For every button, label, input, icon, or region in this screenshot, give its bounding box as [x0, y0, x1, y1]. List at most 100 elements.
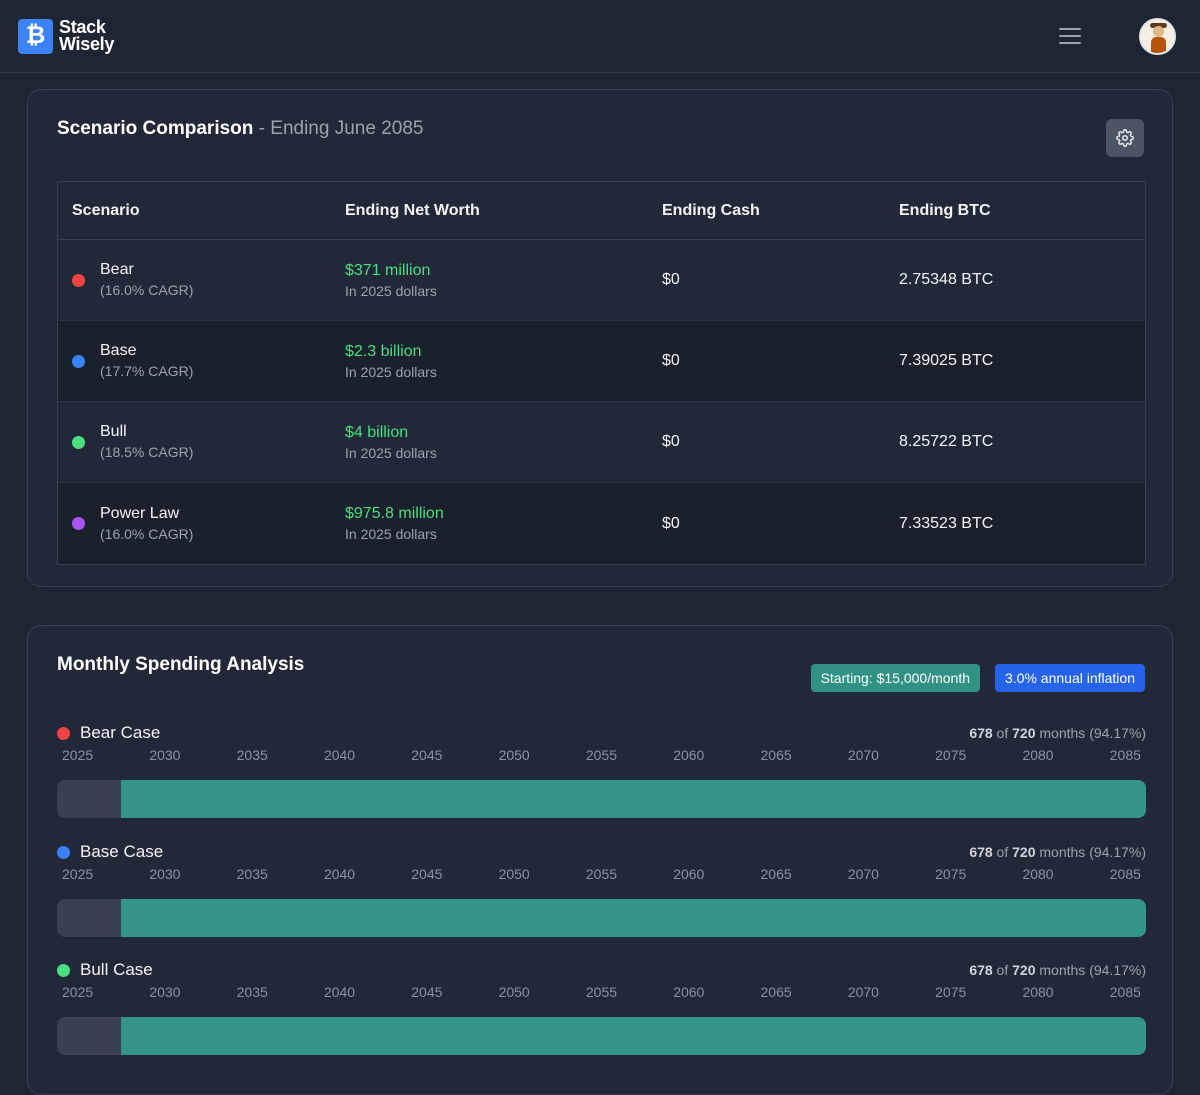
- year-tick-label: 2030: [149, 747, 181, 763]
- column-header-cash[interactable]: Ending Cash: [662, 202, 899, 220]
- bull-color-dot: [72, 435, 85, 449]
- spending-bar[interactable]: [57, 1017, 1146, 1055]
- table-header-row: Scenario Ending Net Worth Ending Cash En…: [58, 182, 1145, 240]
- year-tick-label: 2080: [1022, 866, 1054, 882]
- ending-net-worth: $4 billion: [345, 423, 409, 441]
- year-tick-label: 2055: [585, 866, 618, 882]
- funded-fill: [120, 1017, 1146, 1055]
- year-tick-label: 2035: [236, 984, 268, 1000]
- net-worth-note: In 2025 dollars: [345, 282, 437, 299]
- year-tick-label: 2075: [935, 747, 967, 763]
- year-tick-label: 2040: [323, 984, 356, 1000]
- funded-count: 678: [969, 962, 993, 978]
- ending-cash: $0: [662, 271, 680, 288]
- top-navigation-bar: ₿ Stack Wisely: [0, 0, 1200, 73]
- year-tick-label: 2025: [62, 747, 94, 763]
- of-text: of: [992, 962, 1013, 978]
- ending-cash: $0: [662, 433, 680, 450]
- bitcoin-logo-icon: ₿: [18, 18, 53, 54]
- year-tick-label: 2035: [236, 866, 268, 882]
- of-text: of: [992, 844, 1013, 860]
- year-tick-label: 2075: [935, 984, 967, 1000]
- scenario-table: Scenario Ending Net Worth Ending Cash En…: [57, 181, 1146, 565]
- gear-icon: [1116, 129, 1134, 147]
- starting-spend-badge: Starting: $15,000/month: [810, 664, 980, 692]
- year-tick-label: 2030: [149, 984, 181, 1000]
- brand-name: Stack Wisely: [59, 18, 115, 54]
- funded-fill: [120, 780, 1146, 818]
- total-months: 720: [1012, 844, 1036, 860]
- year-tick-label: 2085: [1109, 866, 1141, 882]
- table-row: Power Law (16.0% CAGR) $975.8 million In…: [58, 483, 1145, 564]
- year-tick-label: 2025: [62, 984, 94, 1000]
- year-tick-label: 2040: [323, 747, 356, 763]
- months-percent: months (94.17%): [1035, 844, 1146, 860]
- scenario-comparison-title: Scenario Comparison - Ending June 2085: [57, 118, 423, 140]
- year-tick-label: 2080: [1022, 984, 1054, 1000]
- year-tick-label: 2070: [847, 984, 879, 1000]
- table-row: Base (17.7% CAGR) $2.3 billion In 2025 d…: [58, 321, 1145, 402]
- ending-btc: 7.39025 BTC: [899, 352, 994, 369]
- monthly-spending-title: Monthly Spending Analysis: [57, 654, 305, 675]
- year-tick-label: 2045: [411, 866, 443, 882]
- year-tick-label: 2070: [847, 747, 879, 763]
- total-months: 720: [1012, 962, 1036, 978]
- net-worth-note: In 2025 dollars: [345, 444, 437, 461]
- case-label: Bull Case: [80, 960, 153, 979]
- bull-case-timeline: Bull Case 678 of 720 months (94.17%) 202…: [57, 958, 1146, 1055]
- year-tick-label: 2025: [62, 866, 94, 882]
- ending-net-worth: $2.3 billion: [345, 342, 422, 360]
- column-header-btc[interactable]: Ending BTC: [899, 202, 1145, 220]
- power-law-color-dot: [72, 517, 85, 530]
- base-case-timeline: Base Case 678 of 720 months (94.17%) 202…: [57, 840, 1146, 937]
- year-tick-label: 2060: [673, 747, 705, 763]
- year-axis: 2025 2030 2035 2040 2045 2050 2055 2060 2065 2070…: [57, 866, 1146, 886]
- months-percent: months (94.17%): [1035, 962, 1146, 978]
- bull-case-dot: [57, 963, 70, 977]
- bear-case-dot: [57, 726, 70, 740]
- year-tick-label: 2045: [411, 747, 443, 763]
- year-tick-label: 2055: [585, 984, 618, 1000]
- hamburger-menu-icon[interactable]: [1059, 28, 1081, 44]
- year-tick-label: 2070: [847, 866, 879, 882]
- scenario-cagr: (17.7% CAGR): [100, 363, 194, 379]
- year-tick-label: 2050: [498, 984, 530, 1000]
- scenario-cagr: (16.0% CAGR): [100, 525, 194, 542]
- column-header-net-worth[interactable]: Ending Net Worth: [345, 202, 662, 220]
- brand-line-2: Wisely: [59, 34, 115, 54]
- spending-bar[interactable]: [57, 780, 1146, 818]
- case-label: Bear Case: [80, 723, 161, 742]
- funded-count: 678: [969, 725, 993, 741]
- of-text: of: [992, 725, 1013, 741]
- ending-btc: 7.33523 BTC: [899, 514, 994, 532]
- bear-color-dot: [72, 273, 85, 287]
- ending-net-worth: $371 million: [345, 261, 431, 279]
- scenario-name: Bull: [100, 423, 127, 440]
- funded-months: 678 of 720 months (94.17%): [969, 962, 1146, 978]
- year-axis: 2025 2030 2035 2040 2045 2050 2055 2060 2065 2070…: [57, 747, 1146, 767]
- year-tick-label: 2065: [760, 747, 792, 763]
- column-header-scenario[interactable]: Scenario: [58, 202, 345, 220]
- brand-logo-link[interactable]: ₿ Stack Wisely: [18, 18, 115, 54]
- months-percent: months (94.17%): [1035, 725, 1146, 741]
- year-tick-label: 2085: [1109, 747, 1141, 763]
- ending-btc: 8.25722 BTC: [899, 433, 994, 450]
- year-tick-label: 2050: [498, 866, 530, 882]
- year-tick-label: 2045: [411, 984, 443, 1000]
- inflation-badge: 3.0% annual inflation: [995, 664, 1145, 692]
- scenario-comparison-subtitle: - Ending June 2085: [253, 118, 424, 139]
- net-worth-note: In 2025 dollars: [345, 526, 437, 542]
- table-row: Bull (18.5% CAGR) $4 billion In 2025 dol…: [58, 402, 1145, 483]
- funded-months: 678 of 720 months (94.17%): [969, 725, 1146, 741]
- year-tick-label: 2075: [935, 866, 967, 882]
- scenario-name: Bear: [100, 261, 134, 278]
- case-label: Base Case: [80, 842, 164, 861]
- settings-button[interactable]: [1106, 119, 1144, 157]
- net-worth-note: In 2025 dollars: [345, 363, 437, 380]
- year-tick-label: 2085: [1109, 984, 1141, 1000]
- user-avatar[interactable]: [1139, 17, 1176, 55]
- scenario-name: Base: [100, 342, 137, 359]
- table-row: Bear (16.0% CAGR) $371 million In 2025 d…: [58, 240, 1145, 321]
- year-tick-label: 2035: [236, 747, 268, 763]
- spending-bar[interactable]: [57, 899, 1146, 937]
